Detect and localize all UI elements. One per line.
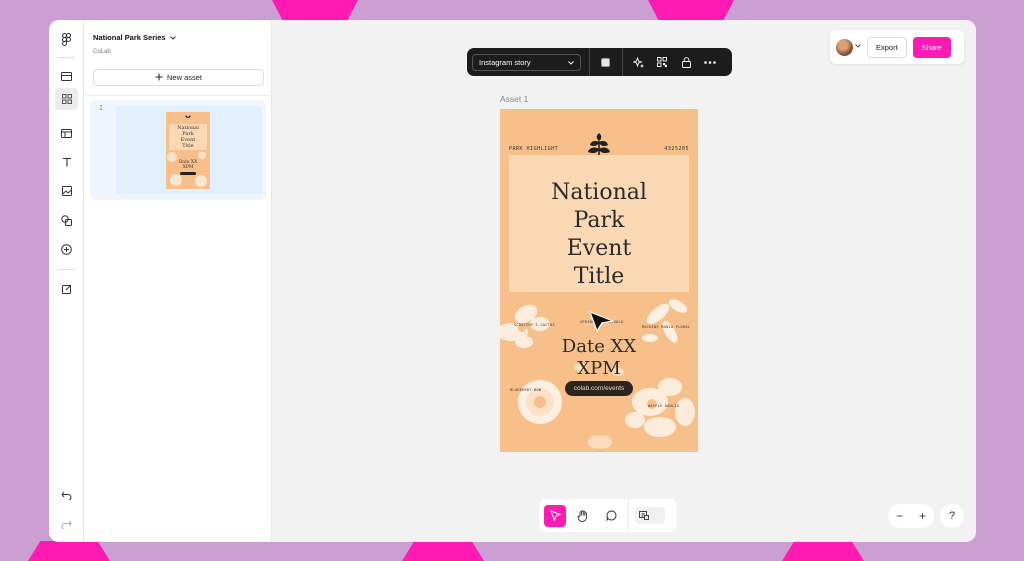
thumbnail-title: National Park Event Title	[177, 125, 199, 149]
text-icon[interactable]	[55, 151, 78, 173]
floating-toolbar: Instagram story	[467, 48, 732, 76]
new-asset-label: New asset	[166, 73, 202, 82]
image-icon[interactable]	[55, 180, 78, 202]
thumbnail-flowers	[167, 152, 207, 187]
sparkle-icon[interactable]	[631, 54, 646, 70]
layout-icon[interactable]	[55, 122, 78, 144]
export-button[interactable]: Export	[867, 36, 907, 58]
redo-icon[interactable]	[55, 513, 78, 535]
divider	[58, 269, 75, 270]
plus-circle-icon[interactable]	[55, 238, 78, 260]
chevron-down-icon	[169, 33, 176, 42]
decor-shape	[648, 0, 734, 20]
frame-icon[interactable]	[55, 65, 78, 87]
hand-icon[interactable]	[572, 505, 594, 527]
decor-shape	[782, 541, 864, 561]
left-rail	[49, 20, 84, 542]
new-asset-button[interactable]: New asset	[93, 69, 264, 86]
divider	[58, 57, 75, 58]
zoom-control: − +	[888, 504, 934, 528]
help-button[interactable]: ?	[940, 504, 964, 528]
highlight-label: PARK HIGHLIGHT	[509, 146, 559, 152]
project-subtitle: CoLab	[93, 49, 111, 55]
decor-shape	[28, 541, 110, 561]
decor-shape	[272, 0, 358, 20]
project-selector[interactable]: National Park Series	[93, 33, 176, 42]
project-title: National Park Series	[93, 33, 166, 42]
divider	[588, 48, 590, 76]
divider	[84, 95, 272, 96]
leaf-logo-icon	[185, 115, 191, 122]
assets-panel: National Park Series CoLab New asset 1 N…	[84, 20, 272, 542]
flower-label: BLUEBERRY BOW	[510, 388, 542, 392]
thumbnail-date: Date XX XPM	[178, 160, 198, 170]
qr-icon[interactable]	[655, 54, 670, 70]
figma-icon[interactable]	[55, 28, 78, 50]
undo-icon[interactable]	[55, 484, 78, 506]
event-title: National Park Event Title	[551, 180, 647, 289]
asset-number: 1	[99, 105, 103, 112]
story-artboard[interactable]: PARK HIGHLIGHT 4325205 National Park Eve…	[500, 109, 698, 452]
leaf-logo-icon	[588, 133, 610, 155]
shapes-icon[interactable]	[55, 209, 78, 231]
flower-label: SCRATCHY'S CACTUS	[514, 323, 555, 327]
flower-label: MACHINE MANIA FLORAL	[642, 325, 691, 329]
more-icon[interactable]	[703, 54, 718, 70]
canvas[interactable]: Instagram story Asset 1 PARK HIGHLIGHT 4…	[273, 20, 976, 542]
bottom-toolbar	[539, 499, 677, 532]
zoom-in-button[interactable]: +	[919, 509, 926, 523]
grid-icon[interactable]	[55, 88, 78, 110]
comment-icon[interactable]	[600, 505, 622, 527]
preset-label: Instagram story	[479, 57, 531, 67]
app-window: National Park Series CoLab New asset 1 N…	[49, 20, 976, 542]
artboard-label: Asset 1	[500, 94, 529, 104]
asset-list-item[interactable]: 1 National Park Event Title Date XX XPM	[90, 100, 266, 200]
thumbnail-url-pill	[180, 172, 196, 175]
chevron-down-icon[interactable]	[855, 44, 861, 50]
library-icon[interactable]	[635, 507, 665, 524]
color-swatch-icon[interactable]	[597, 54, 612, 70]
divider	[628, 499, 629, 532]
decor-shape	[402, 541, 484, 561]
asset-thumbnail-frame: National Park Event Title Date XX XPM	[116, 106, 262, 194]
zoom-out-button[interactable]: −	[896, 509, 903, 523]
lock-icon[interactable]	[679, 54, 694, 70]
share-button[interactable]: Share	[912, 36, 951, 58]
asset-thumbnail[interactable]: National Park Event Title Date XX XPM	[166, 112, 210, 189]
avatar[interactable]	[836, 38, 853, 56]
top-actions: Export Share	[830, 30, 964, 64]
edit-icon[interactable]	[55, 278, 78, 300]
chevron-down-icon	[567, 58, 574, 67]
event-url-pill: colab.com/events	[565, 381, 633, 396]
cursor-icon	[589, 311, 614, 332]
plus-icon	[155, 73, 163, 83]
divider	[621, 48, 623, 76]
event-date: Date XX XPM	[561, 336, 637, 379]
story-code: 4325205	[664, 146, 689, 152]
pointer-icon[interactable]	[544, 504, 566, 527]
preset-dropdown[interactable]: Instagram story	[472, 53, 581, 71]
flower-label: WAFFLE DAHLIA	[648, 404, 680, 408]
